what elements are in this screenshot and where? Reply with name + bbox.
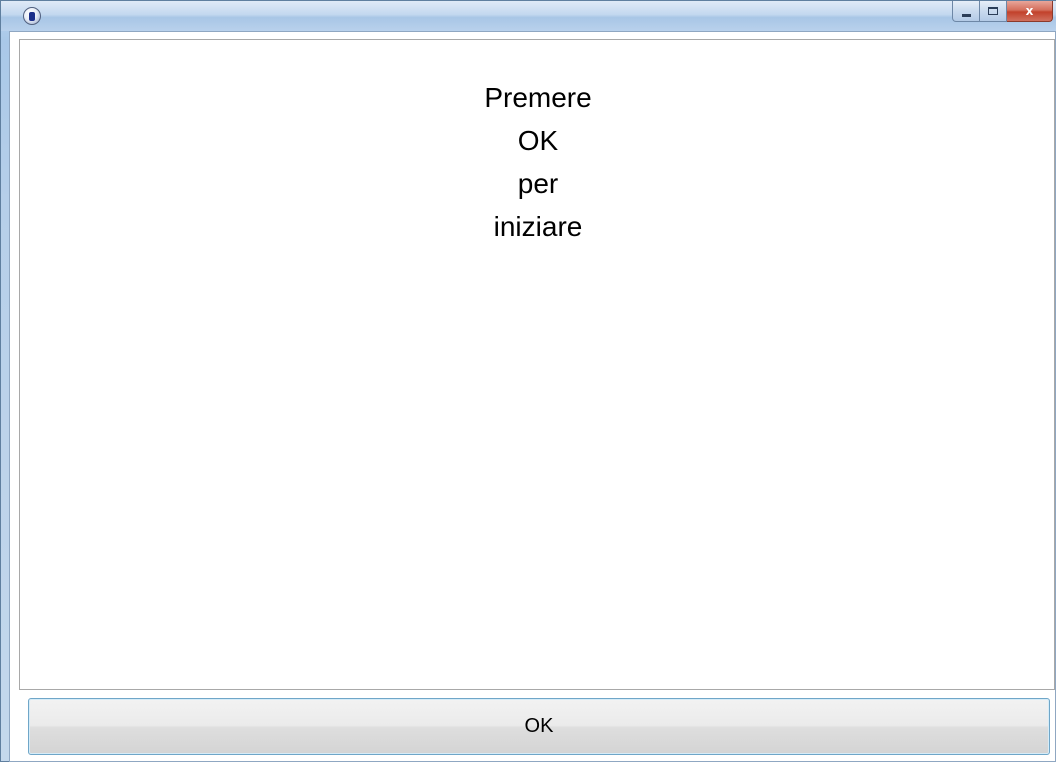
- maximize-button[interactable]: [980, 1, 1007, 22]
- message-line: per: [517, 168, 559, 199]
- ok-button[interactable]: OK: [28, 698, 1050, 755]
- message-line: OK: [517, 125, 559, 156]
- title-bar[interactable]: x: [1, 1, 1056, 31]
- minimize-button[interactable]: [952, 1, 980, 22]
- message-text: Premere OK per iniziare: [20, 76, 1056, 248]
- info-glyph-icon: [29, 11, 35, 21]
- caption-buttons: x: [952, 1, 1053, 23]
- message-line: iniziare: [493, 211, 583, 242]
- close-icon: x: [1025, 4, 1034, 18]
- message-line: Premere: [484, 82, 592, 113]
- dialog-window: x Premere OK per iniziare OK: [0, 0, 1056, 762]
- minimize-icon: [961, 13, 971, 17]
- message-panel: Premere OK per iniziare: [19, 39, 1055, 690]
- close-button[interactable]: x: [1007, 1, 1053, 22]
- maximize-icon: [988, 7, 998, 15]
- ok-button-label: OK: [524, 715, 554, 737]
- info-app-icon[interactable]: [23, 7, 41, 25]
